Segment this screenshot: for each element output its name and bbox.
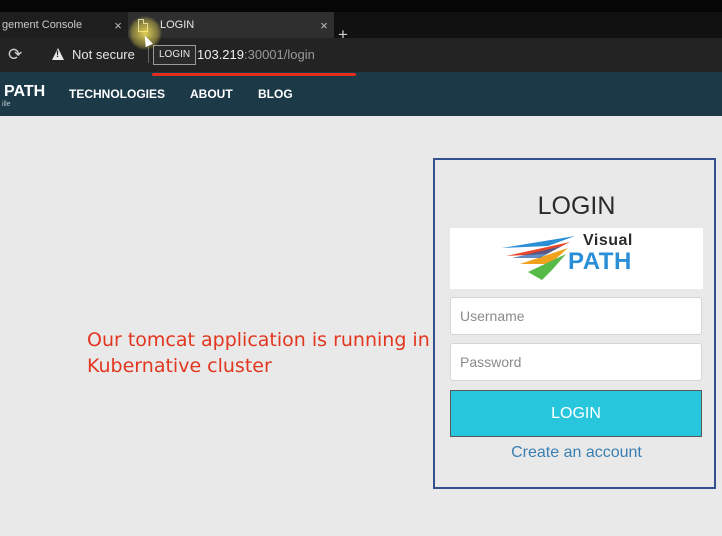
logo-text-path: PATH	[568, 248, 632, 275]
nav-link-about[interactable]: ABOUT	[190, 87, 233, 101]
visualpath-logo: Visual PATH	[450, 228, 703, 289]
security-indicator[interactable]: Not secure	[72, 47, 135, 62]
annotation-line-2: Kubernative cluster	[87, 355, 272, 377]
url-path: :30001/login	[244, 47, 315, 62]
tab-title: LOGIN	[160, 19, 195, 31]
red-underline-annotation	[152, 73, 356, 76]
close-tab-icon[interactable]: ×	[314, 18, 334, 33]
annotation-text: Our tomcat application is running in the…	[87, 327, 467, 379]
site-navbar: PATH ille TECHNOLOGIES ABOUT BLOG	[0, 72, 722, 116]
nav-link-blog[interactable]: BLOG	[258, 87, 293, 101]
url-host: 103.219	[197, 47, 244, 62]
tab-tooltip: LOGIN	[153, 45, 197, 65]
username-field[interactable]	[450, 297, 702, 335]
brand-tagline: ille	[2, 101, 11, 108]
password-field[interactable]	[450, 343, 702, 381]
create-account-link[interactable]: Create an account	[435, 444, 718, 462]
window-top-strip	[0, 0, 722, 12]
brand-logo[interactable]: PATH	[4, 83, 45, 101]
tab-bar: gement Console × LOGIN × +	[0, 12, 722, 44]
tab-title: gement Console	[2, 19, 83, 31]
tab-management-console[interactable]: gement Console ×	[0, 12, 128, 38]
login-card: LOGIN Visual PATH LOGIN Create an accoun…	[433, 158, 716, 489]
annotation-line-1: Our tomcat application is running in the	[87, 329, 467, 351]
close-tab-icon[interactable]: ×	[108, 18, 128, 33]
address-bar: ⟳ Not secure 103.219:30001/login LOGIN	[0, 38, 722, 72]
reload-icon[interactable]: ⟳	[8, 45, 22, 65]
url-field[interactable]: 103.219:30001/login	[197, 47, 315, 62]
warning-icon[interactable]	[52, 48, 64, 60]
login-heading: LOGIN	[537, 192, 616, 220]
login-button[interactable]: LOGIN	[450, 390, 702, 437]
nav-link-technologies[interactable]: TECHNOLOGIES	[69, 87, 165, 101]
